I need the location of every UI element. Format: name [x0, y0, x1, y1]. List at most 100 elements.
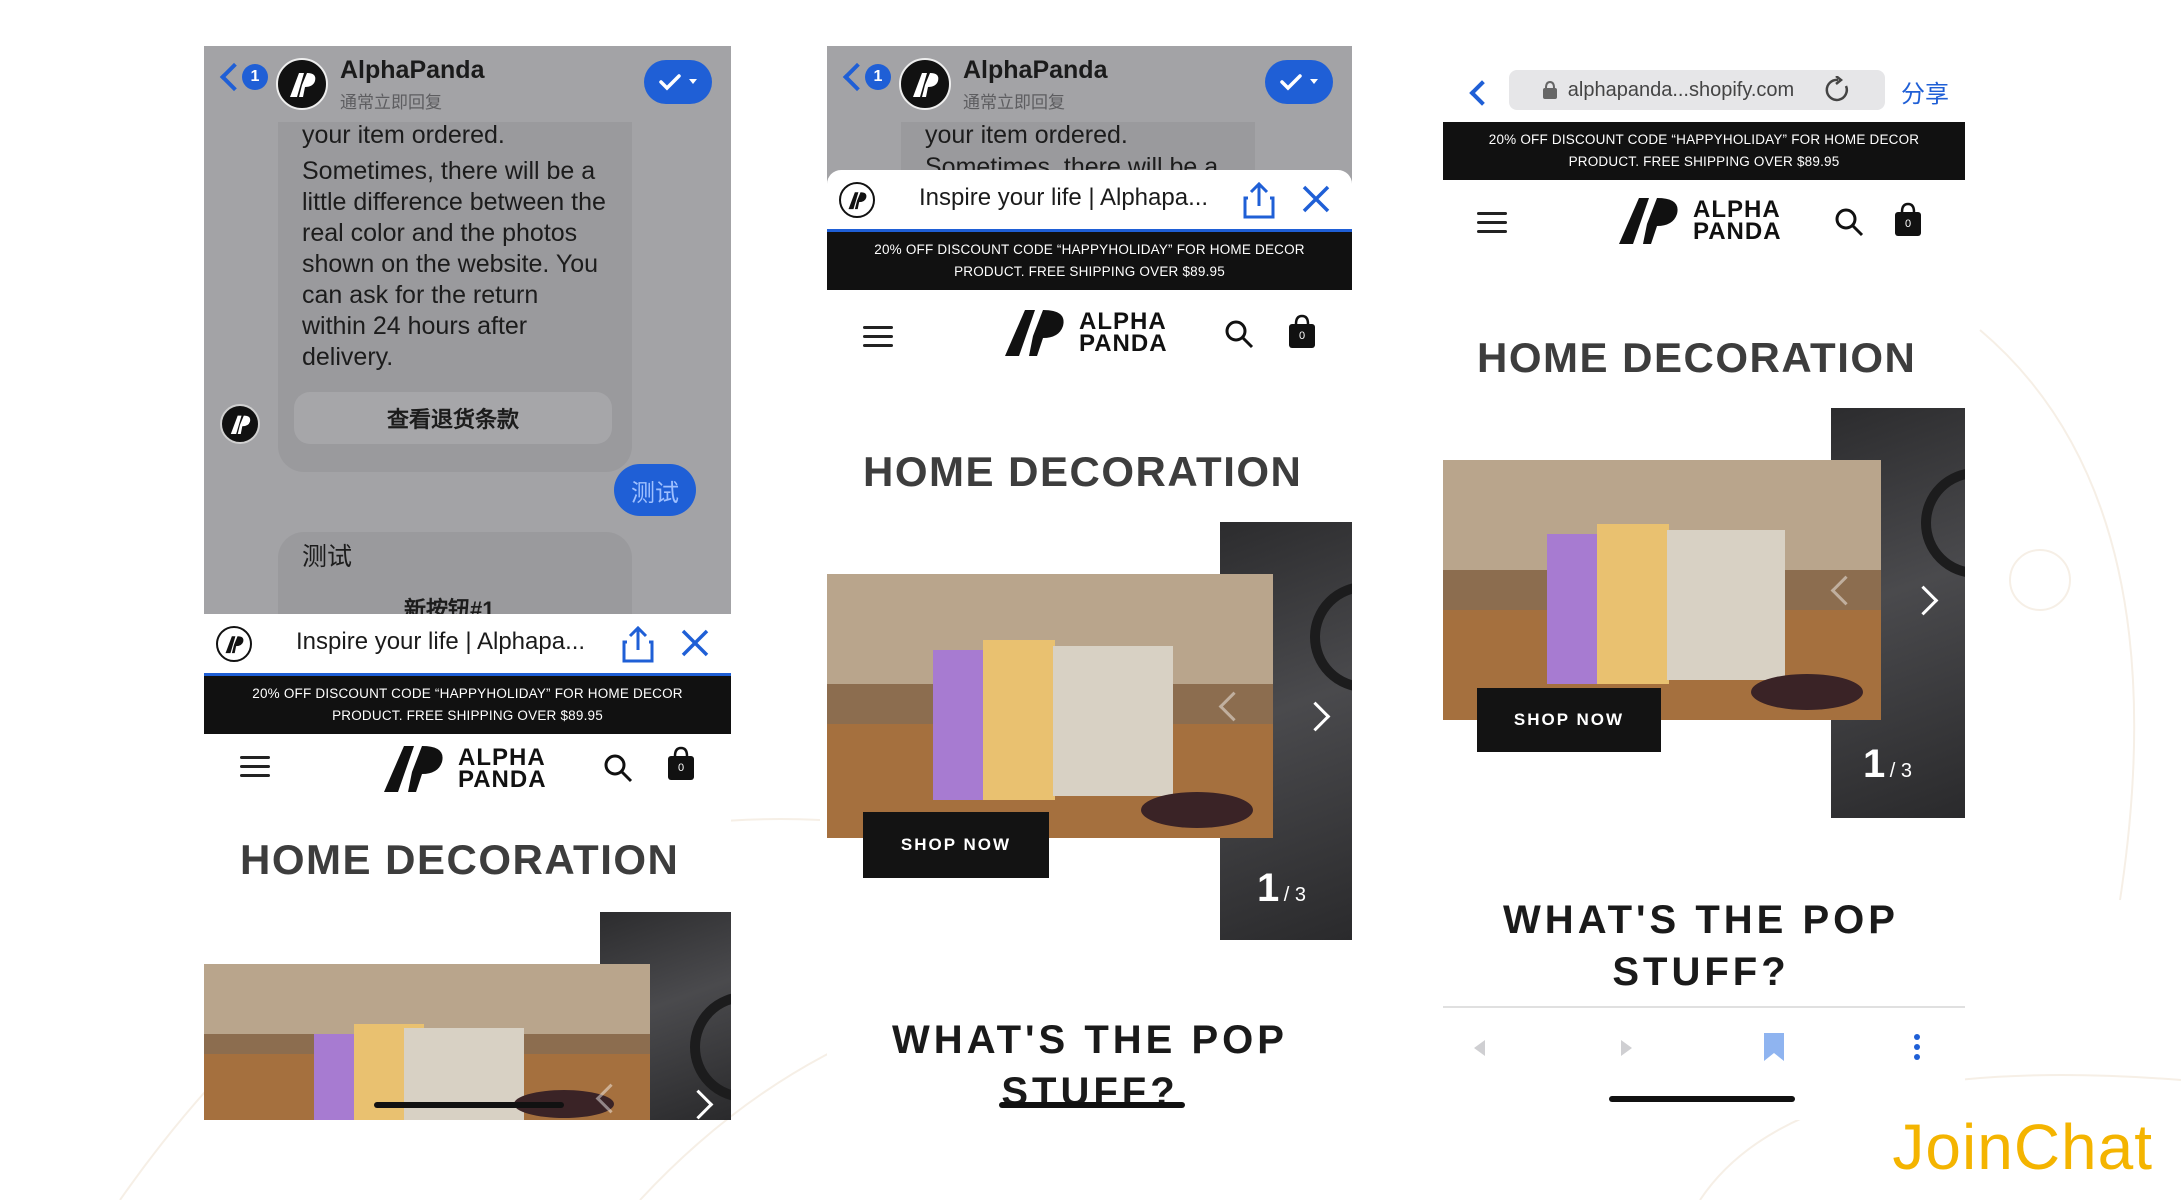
menu-icon[interactable] — [863, 326, 893, 348]
site-favicon — [216, 626, 252, 662]
message-partial-line: your item ordered. — [925, 122, 1128, 149]
menu-icon[interactable] — [240, 756, 270, 778]
lamp-photo — [827, 574, 1273, 838]
phone-screen-chat-webview: 1 AlphaPanda 通常立即回复 your item ordered. S… — [204, 46, 731, 1120]
phone-screen-browser: alphapanda...shopify.com 分享 20% OFF DISC… — [1443, 46, 1965, 1120]
cart-button[interactable]: 0 — [1287, 314, 1317, 350]
menu-icon[interactable] — [1477, 212, 1507, 234]
home-indicator — [374, 1102, 564, 1108]
message-partial-line: your item ordered. — [302, 122, 505, 149]
promo-line-2: PRODUCT. FREE SHIPPING OVER $89.95 — [1568, 154, 1840, 169]
close-icon[interactable] — [1299, 182, 1333, 216]
slide-counter: 1 / 3 — [1257, 866, 1306, 911]
pop-line-2: STUFF? — [1001, 1070, 1179, 1114]
cart-count: 0 — [1298, 330, 1306, 342]
cart-button[interactable]: 0 — [1893, 202, 1923, 238]
hero-product-image[interactable] — [827, 574, 1273, 838]
chat-brand-name: AlphaPanda — [963, 56, 1108, 84]
alphapanda-logo-icon — [1005, 310, 1064, 356]
user-message: 测试 — [614, 464, 696, 516]
alphapanda-logo-icon — [230, 415, 251, 434]
more-icon[interactable] — [1913, 1034, 1921, 1060]
share-button[interactable]: 分享 — [1901, 74, 1949, 109]
lamp-photo — [1443, 460, 1881, 720]
alphapanda-logo-icon — [384, 746, 443, 792]
share-icon[interactable] — [620, 624, 656, 664]
check-icon — [1280, 74, 1302, 91]
bot-avatar — [220, 404, 260, 444]
shop-now-button[interactable]: SHOP NOW — [863, 812, 1049, 878]
cart-count: 0 — [677, 762, 685, 774]
promo-line-1: 20% OFF DISCOUNT CODE “HAPPYHOLIDAY” FOR… — [252, 686, 683, 701]
promo-line-1: 20% OFF DISCOUNT CODE “HAPPYHOLIDAY” FOR… — [874, 242, 1305, 257]
close-icon[interactable] — [678, 626, 712, 660]
nav-forward-icon[interactable] — [1619, 1038, 1635, 1058]
section-title: HOME DECORATION — [1477, 334, 1917, 381]
avatar — [899, 58, 951, 110]
new-button[interactable]: 新按钮#1 — [404, 592, 494, 614]
promo-line-1: 20% OFF DISCOUNT CODE “HAPPYHOLIDAY” FOR… — [1488, 132, 1920, 147]
chat-brand-name: AlphaPanda — [340, 56, 485, 84]
slide-counter: 1 / 3 — [1863, 742, 1912, 787]
alphapanda-logo-icon — [913, 73, 939, 97]
status-toggle-button[interactable] — [1265, 60, 1333, 104]
alphapanda-logo-icon — [225, 636, 244, 654]
search-icon[interactable] — [1833, 206, 1865, 238]
promo-banner[interactable]: 20% OFF DISCOUNT CODE “HAPPYHOLIDAY” FOR… — [1443, 122, 1965, 180]
chat-messages: your item ordered. Sometimes, there will… — [204, 122, 731, 614]
shop-now-button[interactable]: SHOP NOW — [1477, 688, 1661, 752]
slide-total: / 3 — [1889, 760, 1912, 782]
back-button[interactable]: 1 — [216, 62, 268, 92]
store-logo[interactable]: ALPHA PANDA — [1617, 196, 1782, 246]
section-title: HOME DECORATION — [240, 836, 680, 883]
reload-icon[interactable] — [1824, 76, 1852, 104]
cart-button[interactable]: 0 — [666, 746, 696, 782]
hero-product-image[interactable] — [204, 964, 650, 1120]
bookmark-icon[interactable] — [1763, 1032, 1785, 1062]
search-icon[interactable] — [1223, 318, 1255, 350]
webview-titlebar: Inspire your life | Alphapa... — [827, 170, 1352, 232]
site-favicon — [839, 182, 875, 218]
phone-screen-webview-expanded: 1 AlphaPanda 通常立即回复 your item ordered. S… — [827, 46, 1352, 1120]
avatar — [276, 58, 328, 110]
chat-brand-status: 通常立即回复 — [340, 93, 442, 112]
webview-title: Inspire your life | Alphapa... — [919, 184, 1209, 211]
chat-brand-status: 通常立即回复 — [963, 93, 1065, 112]
share-icon[interactable] — [1241, 180, 1277, 220]
store-logo[interactable]: ALPHA PANDA — [382, 744, 547, 794]
pop-line-1: WHAT'S THE POP — [892, 1018, 1288, 1062]
promo-banner[interactable]: 20% OFF DISCOUNT CODE “HAPPYHOLIDAY” FOR… — [827, 232, 1352, 290]
lamp-photo — [204, 964, 650, 1120]
back-button[interactable]: 1 — [839, 62, 891, 92]
hero-product-image[interactable] — [1443, 460, 1881, 720]
webview-title: Inspire your life | Alphapa... — [296, 628, 586, 655]
return-policy-button[interactable]: 查看退货条款 — [294, 392, 612, 444]
store-logo[interactable]: ALPHA PANDA — [1003, 308, 1168, 358]
search-icon[interactable] — [602, 752, 634, 784]
promo-banner[interactable]: 20% OFF DISCOUNT CODE “HAPPYHOLIDAY” FOR… — [204, 676, 731, 734]
back-chevron-icon — [219, 62, 249, 92]
chat-header: 1 AlphaPanda 通常立即回复 — [827, 46, 1352, 122]
alphapanda-logo-icon — [290, 73, 316, 97]
home-indicator — [1609, 1096, 1795, 1102]
promo-line-2: PRODUCT. FREE SHIPPING OVER $89.95 — [332, 708, 603, 723]
joinchat-logo: JoinChat — [1892, 1111, 2153, 1183]
logo-line-2: PANDA — [1693, 218, 1782, 245]
lock-icon — [1542, 80, 1557, 99]
browser-bottom-bar — [1443, 1006, 1965, 1088]
pop-line-2: STUFF? — [1612, 950, 1790, 994]
home-indicator — [999, 1102, 1185, 1108]
chevron-down-icon — [689, 79, 697, 84]
browser-back-icon[interactable] — [1469, 80, 1495, 106]
bot-reply-text: 测试 — [302, 543, 353, 571]
message-text: Sometimes, there will be a little differ… — [302, 157, 606, 371]
nav-back-icon[interactable] — [1471, 1038, 1487, 1058]
status-toggle-button[interactable] — [644, 60, 712, 104]
slide-current: 1 — [1257, 866, 1280, 910]
back-chevron-icon — [842, 62, 872, 92]
webview-titlebar: Inspire your life | Alphapa... — [204, 614, 731, 676]
pop-line-1: WHAT'S THE POP — [1503, 898, 1899, 942]
url-bar[interactable]: alphapanda...shopify.com — [1509, 70, 1885, 110]
slide-total: / 3 — [1283, 884, 1306, 906]
logo-line-2: PANDA — [1079, 330, 1168, 357]
